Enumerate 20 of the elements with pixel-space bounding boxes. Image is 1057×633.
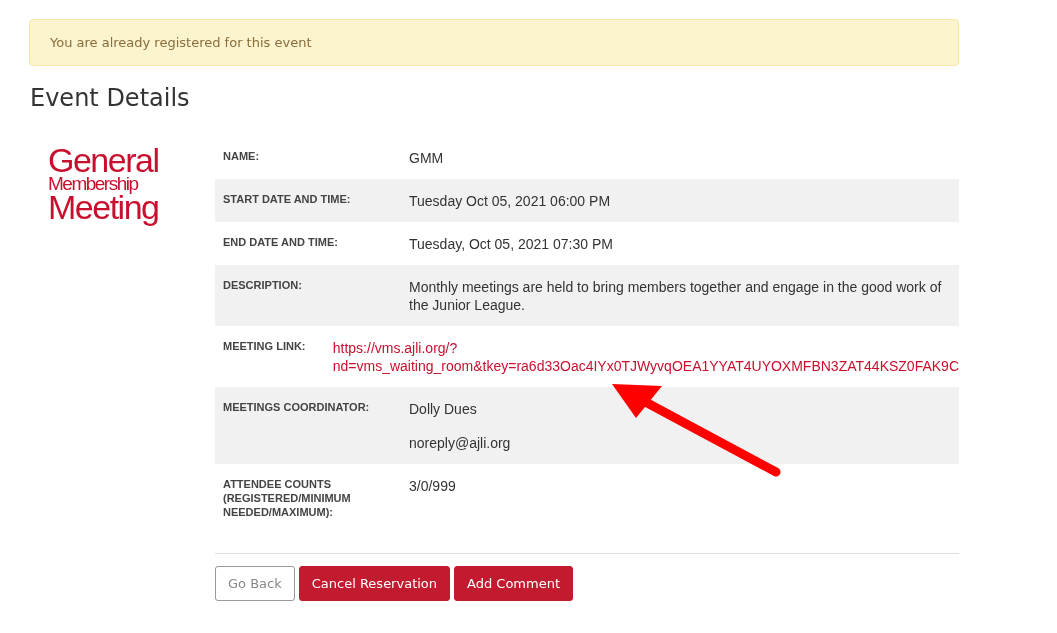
action-button[interactable]: Cancel Reservation — [298, 566, 451, 601]
field-label: DESCRIPTION: — [222, 278, 303, 293]
field-value: 3/0/999 — [409, 477, 457, 495]
field-label: MEETING LINK: — [222, 339, 307, 354]
meeting-link[interactable]: https://vms.ajli.org/? nd=vms_waiting_room&tkey=ra6d33Oac4IYx0TJWyvqOEA1YYAT4UYOXMFBN3ZAT44KSZ0FAK9C — [332, 339, 959, 375]
field-label: MEETINGS COORDINATOR: — [222, 400, 371, 415]
action-button[interactable]: Add Comment — [454, 566, 574, 601]
field-value: GMM — [409, 149, 445, 167]
field-label: ATTENDEE COUNTS (REGISTERED/MINIMUM NEEDED/MAXIMUM): — [222, 477, 352, 519]
action-button[interactable]: Go Back — [215, 566, 295, 601]
page-title: Event Details — [30, 84, 191, 112]
field-value: Tuesday, Oct 05, 2021 07:30 PM — [409, 235, 614, 253]
field-label: END DATE AND TIME: — [222, 235, 339, 250]
field-value: noreply@ajli.org — [409, 434, 512, 452]
alert-message: You are already registered for this event — [29, 19, 959, 66]
field-label: NAME: — [222, 149, 261, 164]
field-label: START DATE AND TIME: — [222, 192, 352, 207]
field-value: Monthly meetings are held to bring members together and engage in the good work of the Junior League. — [409, 278, 943, 314]
field-value: Dolly Dues — [409, 400, 478, 418]
field-value: Tuesday Oct 05, 2021 06:00 PM — [409, 192, 612, 210]
